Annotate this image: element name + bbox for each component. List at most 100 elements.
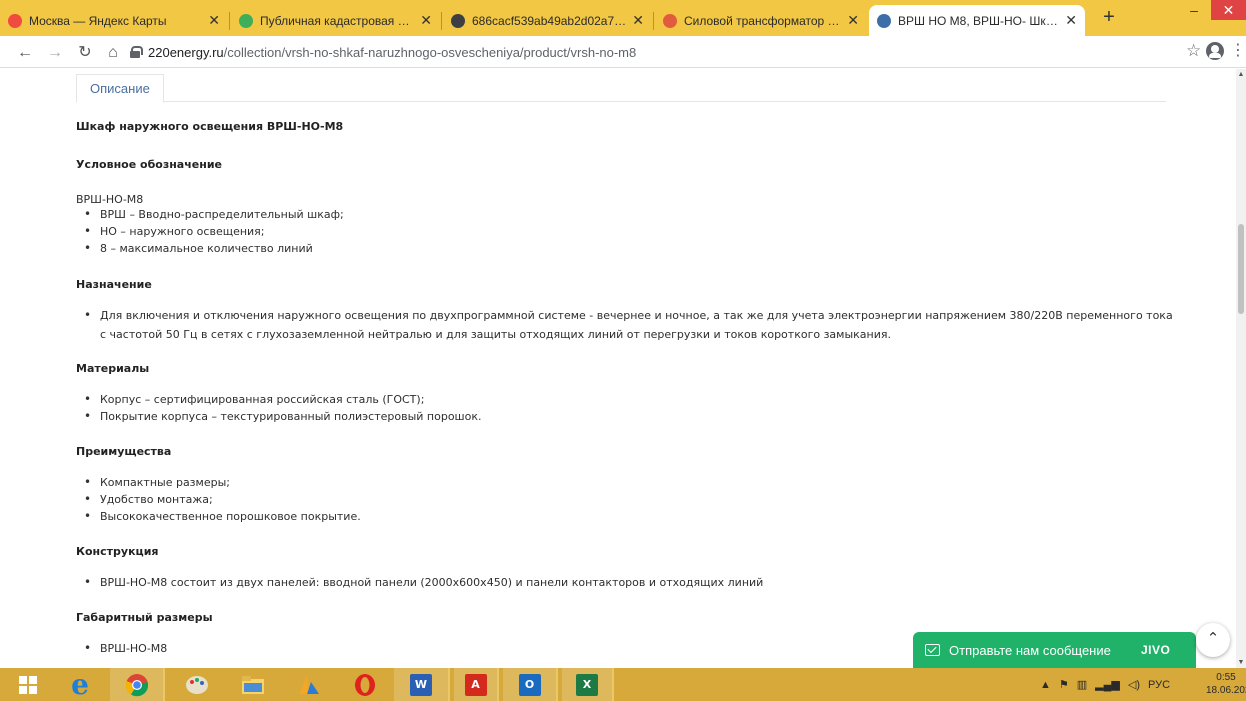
page-scrollbar[interactable]: ▲ ▼ bbox=[1236, 69, 1246, 668]
cadastral-map-favicon-icon bbox=[239, 13, 253, 28]
taskbar-word[interactable]: W bbox=[394, 668, 450, 701]
volume-icon[interactable]: ◁) bbox=[1128, 678, 1140, 691]
url-path: /collection/vrsh-no-shkaf-naruzhnogo-osv… bbox=[223, 44, 637, 60]
scroll-to-top-button[interactable]: ⌃ bbox=[1196, 623, 1230, 657]
section-heading-materials: Материалы bbox=[76, 362, 150, 375]
clock-time: 0:55 bbox=[1216, 672, 1236, 683]
envelope-icon bbox=[925, 644, 940, 656]
list-item: Корпус – сертифицированная российская ст… bbox=[84, 391, 424, 408]
address-bar[interactable]: 220energy.ru/collection/vrsh-no-shkaf-na… bbox=[130, 41, 1170, 63]
back-arrow-icon[interactable]: ← bbox=[14, 42, 36, 64]
taskbar-opera[interactable] bbox=[340, 668, 390, 701]
taskbar-ie[interactable]: e bbox=[56, 668, 104, 701]
folder-icon bbox=[242, 675, 264, 694]
tab-yandex-maps[interactable]: Москва — Яндекс Карты ✕ bbox=[0, 5, 228, 36]
tab-cadastral-map[interactable]: Публичная кадастровая карта ✕ bbox=[231, 5, 440, 36]
section-heading-designation: Условное обозначение bbox=[76, 158, 223, 171]
taskbar-paint[interactable] bbox=[172, 668, 222, 701]
section-heading-construction: Конструкция bbox=[76, 545, 159, 558]
tab-title: 686cacf539ab49ab2d02a7e88d4 bbox=[472, 13, 626, 28]
jivo-logo: JIVO bbox=[1141, 643, 1171, 657]
taskbar-chrome[interactable] bbox=[110, 668, 165, 701]
list-item: 8 – максимальное количество линий bbox=[84, 240, 313, 257]
tab-transformer[interactable]: Силовой трансформатор ТМГ ✕ bbox=[655, 5, 867, 36]
globe-favicon-icon bbox=[451, 13, 465, 28]
home-icon[interactable]: ⌂ bbox=[102, 42, 124, 64]
transformer-favicon-icon bbox=[663, 13, 677, 28]
window-close-button[interactable]: ✕ bbox=[1211, 0, 1246, 20]
clock-date: 18.06.2022 bbox=[1206, 685, 1246, 696]
tab-description[interactable]: Описание bbox=[76, 74, 164, 103]
list-item: НО – наружного освещения; bbox=[84, 223, 264, 240]
list-item: ВРШ – Вводно-распределительный шкаф; bbox=[84, 206, 344, 223]
tab-title: ВРШ НО М8, ВРШ-НО- Шкаф н bbox=[898, 13, 1060, 28]
signal-icon[interactable]: ▂▄▆ bbox=[1095, 678, 1120, 691]
taskbar-clock[interactable]: 0:55 18.06.2022 bbox=[1206, 671, 1246, 697]
url-domain: 220energy.ru bbox=[148, 44, 224, 60]
reload-icon[interactable]: ↻ bbox=[74, 42, 96, 64]
taskbar-outlook[interactable]: O bbox=[503, 668, 558, 701]
list-item: Для включения и отключения наружного осв… bbox=[84, 307, 1173, 324]
bookmark-star-icon[interactable]: ☆ bbox=[1186, 41, 1201, 61]
tab-separator bbox=[441, 12, 442, 30]
section-heading-advantages: Преимущества bbox=[76, 445, 172, 458]
list-item: Компактные размеры; bbox=[84, 474, 230, 491]
chat-widget-label: Отправьте нам сообщение bbox=[949, 642, 1111, 658]
section-heading-purpose: Назначение bbox=[76, 278, 152, 291]
browser-tab-strip: Москва — Яндекс Карты ✕ Публичная кадаст… bbox=[0, 0, 1246, 36]
browser-menu-icon[interactable]: ⋮ bbox=[1230, 40, 1246, 60]
product-tabs: Описание bbox=[76, 74, 1166, 103]
list-item: Покрытие корпуса – текстурированный поли… bbox=[84, 408, 481, 425]
lock-icon[interactable] bbox=[130, 46, 143, 58]
taskbar-statistics-app[interactable] bbox=[284, 668, 334, 701]
tab-close-icon[interactable]: ✕ bbox=[847, 12, 859, 29]
internet-explorer-icon: e bbox=[71, 668, 89, 701]
yandex-maps-favicon-icon bbox=[8, 13, 22, 28]
chrome-icon bbox=[125, 673, 148, 696]
account-icon[interactable] bbox=[1206, 42, 1224, 60]
tab-title: Силовой трансформатор ТМГ bbox=[684, 13, 842, 28]
tray-overflow-icon[interactable]: ▲ bbox=[1040, 679, 1051, 691]
list-item: ВРШ-НО-М8 состоит из двух панелей: вводн… bbox=[84, 574, 763, 591]
tab-close-icon[interactable]: ✕ bbox=[1065, 12, 1077, 29]
designation-code: ВРШ-НО-М8 bbox=[76, 193, 144, 206]
opera-icon bbox=[355, 673, 375, 696]
taskbar-acrobat[interactable]: A bbox=[454, 668, 499, 701]
browser-toolbar: ← → ↻ ⌂ 220energy.ru/collection/vrsh-no-… bbox=[0, 36, 1246, 68]
tab-hash-page[interactable]: 686cacf539ab49ab2d02a7e88d4 ✕ bbox=[443, 5, 652, 36]
excel-icon: X bbox=[576, 673, 598, 696]
scroll-up-arrow-icon[interactable]: ▲ bbox=[1236, 71, 1246, 78]
list-item: Высококачественное порошковое покрытие. bbox=[84, 508, 361, 525]
chart-app-icon bbox=[299, 675, 319, 694]
list-item: Удобство монтажа; bbox=[84, 491, 213, 508]
site-favicon-icon bbox=[877, 13, 891, 28]
tab-active-product[interactable]: ВРШ НО М8, ВРШ-НО- Шкаф н ✕ bbox=[869, 5, 1085, 36]
tab-close-icon[interactable]: ✕ bbox=[632, 12, 644, 29]
tab-title: Публичная кадастровая карта bbox=[260, 13, 415, 28]
page-viewport: Описание Шкаф наружного освещения ВРШ-НО… bbox=[0, 69, 1236, 668]
taskbar-explorer[interactable] bbox=[228, 668, 278, 701]
windows-logo-icon bbox=[19, 675, 37, 694]
acrobat-icon: A bbox=[464, 673, 487, 696]
scrollbar-thumb[interactable] bbox=[1238, 224, 1244, 314]
scroll-down-arrow-icon[interactable]: ▼ bbox=[1236, 659, 1246, 666]
flag-icon[interactable]: ⚑ bbox=[1059, 678, 1069, 691]
tab-close-icon[interactable]: ✕ bbox=[420, 12, 432, 29]
list-item-continuation: с частотой 50 Гц в сетях с глухозаземлен… bbox=[100, 328, 891, 341]
language-indicator[interactable]: РУС bbox=[1148, 679, 1170, 691]
chat-widget-button[interactable]: Отправьте нам сообщение JIVO bbox=[913, 632, 1196, 668]
word-icon: W bbox=[410, 673, 432, 696]
system-tray: ▲ ⚑ ▥ ▂▄▆ ◁) РУС bbox=[1040, 668, 1178, 701]
section-heading-dimensions: Габаритный размеры bbox=[76, 611, 213, 624]
tab-title: Москва — Яндекс Карты bbox=[29, 13, 167, 28]
tab-close-icon[interactable]: ✕ bbox=[208, 12, 220, 29]
taskbar-excel[interactable]: X bbox=[562, 668, 614, 701]
start-button[interactable] bbox=[8, 668, 48, 701]
product-title: Шкаф наружного освещения ВРШ-НО-М8 bbox=[76, 120, 344, 133]
new-tab-button[interactable]: + bbox=[1095, 6, 1123, 29]
window-minimize-button[interactable]: – bbox=[1180, 2, 1208, 22]
network-icon[interactable]: ▥ bbox=[1077, 678, 1087, 691]
forward-arrow-icon[interactable]: → bbox=[44, 42, 66, 64]
tab-separator bbox=[653, 12, 654, 30]
outlook-icon: O bbox=[518, 673, 541, 696]
